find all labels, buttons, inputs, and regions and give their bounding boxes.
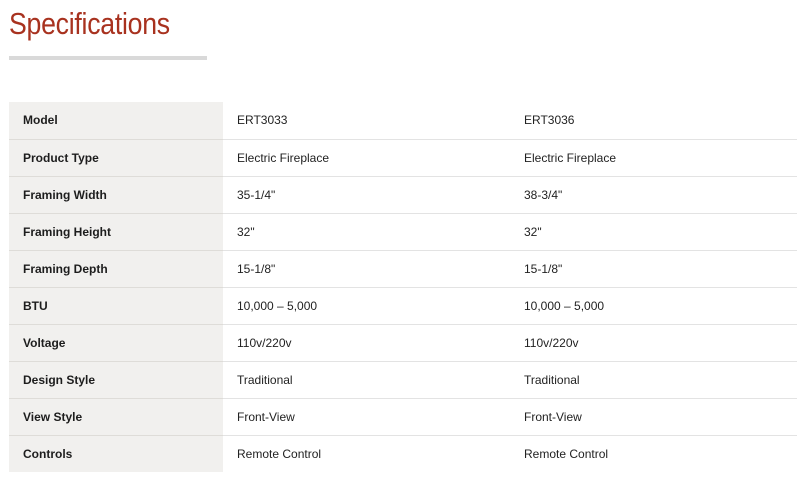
row-value: 110v/220v	[223, 324, 510, 362]
row-label: Controls	[9, 435, 223, 472]
row-value: 32"	[510, 213, 797, 251]
table-row: Product Type Electric Fireplace Electric…	[9, 139, 797, 177]
row-label: Model	[9, 102, 223, 140]
row-value: Electric Fireplace	[510, 139, 797, 177]
table-row: Framing Depth 15-1/8" 15-1/8"	[9, 250, 797, 288]
row-label: Framing Height	[9, 213, 223, 251]
row-value: Traditional	[223, 361, 510, 399]
table-row: Voltage 110v/220v 110v/220v	[9, 324, 797, 362]
row-value: Electric Fireplace	[223, 139, 510, 177]
row-value: Front-View	[223, 398, 510, 436]
row-value: 10,000 – 5,000	[510, 287, 797, 325]
row-value: 110v/220v	[510, 324, 797, 362]
row-value: 35-1/4"	[223, 176, 510, 214]
row-value: Remote Control	[524, 446, 609, 461]
row-value: Traditional	[510, 361, 797, 399]
specifications-table: Model ERT3033 ERT3036 Product Type Elect…	[9, 102, 797, 472]
row-value: 38-3/4"	[510, 176, 797, 214]
row-label: Product Type	[9, 139, 223, 177]
row-value: 10,000 – 5,000	[223, 287, 510, 325]
table-row: Design Style Traditional Traditional	[9, 361, 797, 399]
table-row: Framing Height 32" 32"	[9, 213, 797, 251]
page-title: Specifications	[9, 6, 170, 41]
row-value: Remote Control	[237, 446, 322, 461]
row-label: Framing Width	[9, 176, 223, 214]
table-row: Controls Remote Control Remote Control	[9, 435, 797, 472]
page: Specifications Model ERT3033 ERT3036 Pro…	[0, 0, 800, 479]
row-label: Design Style	[9, 361, 223, 399]
row-value: ERT3036	[510, 102, 797, 140]
title-underline	[9, 56, 207, 60]
row-label: Framing Depth	[9, 250, 223, 288]
table-row: View Style Front-View Front-View	[9, 398, 797, 436]
table-row: BTU 10,000 – 5,000 10,000 – 5,000	[9, 287, 797, 325]
table-row: Framing Width 35-1/4" 38-3/4"	[9, 176, 797, 214]
row-value: 15-1/8"	[510, 250, 797, 288]
table-row: Model ERT3033 ERT3036	[9, 102, 797, 140]
row-value: 32"	[223, 213, 510, 251]
row-value: 15-1/8"	[223, 250, 510, 288]
row-label: View Style	[9, 398, 223, 436]
row-label: Voltage	[9, 324, 223, 362]
row-value: ERT3033	[223, 102, 510, 140]
row-value: Front-View	[510, 398, 797, 436]
row-label: BTU	[9, 287, 223, 325]
